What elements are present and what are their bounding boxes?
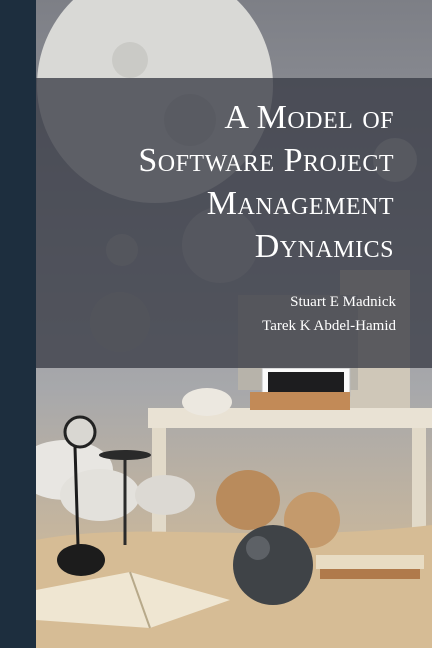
sphere-illustration — [233, 525, 313, 605]
title-line: A Model of — [224, 99, 394, 136]
book-title: A Model of Software Project Management D… — [64, 96, 394, 268]
author-name: Tarek K Abdel-Hamid — [262, 318, 396, 334]
book-cover: A Model of Software Project Management D… — [0, 0, 432, 648]
title-line: Management — [206, 185, 394, 222]
author-name: Stuart E Madnick — [290, 294, 396, 310]
title-line: Software Project — [138, 142, 394, 179]
title-line: Dynamics — [254, 228, 394, 265]
book-spine — [0, 0, 36, 648]
